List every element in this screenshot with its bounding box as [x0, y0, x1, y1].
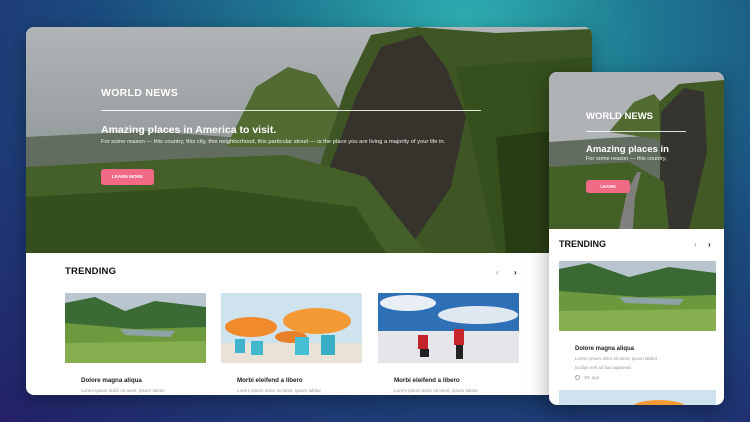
trending-card[interactable]: Dolore magna aliqua Lorem ipsum dolor si…: [65, 293, 206, 393]
hero-description: For some reason — this country, this cit…: [101, 139, 446, 145]
mobile-hero-divider: [586, 131, 686, 132]
trending-heading: TRENDING: [65, 266, 117, 277]
mobile-card-excerpt: Lorem ipsum dolor sit amet, ipsum labitu…: [575, 355, 657, 372]
card-image-valley: [65, 293, 206, 363]
mobile-hero-category-label: WORLD NEWS: [586, 111, 654, 122]
mobile-hero-headline: Amazing places in: [586, 144, 669, 155]
hero-category-label: WORLD NEWS: [101, 87, 179, 99]
card-title: Morbi eleifend a libero: [237, 377, 303, 384]
mobile-card-title: Dolore magna aliqua: [575, 346, 635, 352]
hero-headline: Amazing places in America to visit.: [101, 124, 277, 136]
card-image-umbrellas: [221, 293, 362, 363]
mobile-card-time: 3m ago: [575, 375, 600, 381]
desktop-preview: WORLD NEWS Amazing places in America to …: [26, 27, 592, 395]
mobile-hero-banner: WORLD NEWS Amazing places in For some re…: [549, 72, 724, 229]
chevron-left-icon[interactable]: ‹: [694, 240, 697, 249]
hero-banner: WORLD NEWS Amazing places in America to …: [26, 27, 592, 253]
card-excerpt: Lorem ipsum dolor sit amet, ipsum labitu…: [394, 388, 478, 393]
mobile-card-excerpt-line2: lucilius mel ad has appareat.: [575, 364, 633, 370]
learn-more-button[interactable]: LEARN MORE: [101, 169, 154, 185]
mobile-preview: WORLD NEWS Amazing places in For some re…: [549, 72, 724, 405]
trending-card[interactable]: Morbi eleifend a libero Lorem ipsum dolo…: [221, 293, 362, 393]
chevron-right-icon[interactable]: ›: [708, 240, 711, 249]
card-image-snowfield: [378, 293, 519, 363]
card-title: Dolore magna aliqua: [81, 377, 142, 384]
mobile-trending-heading: TRENDING: [559, 239, 606, 249]
clock-icon: [575, 375, 580, 381]
card-title: Morbi eleifend a libero: [394, 377, 460, 384]
chevron-right-icon[interactable]: ›: [514, 268, 517, 277]
mobile-card-time-label: 3m ago: [584, 375, 600, 380]
hero-divider: [101, 110, 481, 111]
mobile-hero-description: For some reason — this country,: [586, 156, 667, 162]
mobile-next-card-image: [559, 390, 716, 405]
mobile-learn-button[interactable]: LEARN: [586, 180, 630, 193]
chevron-left-icon[interactable]: ‹: [496, 268, 499, 277]
mobile-card-image-valley[interactable]: [559, 261, 716, 331]
card-excerpt: Lorem ipsum dolor sit amet, ipsum labitu…: [81, 388, 165, 393]
mobile-card-excerpt-line1: Lorem ipsum dolor sit amet, ipsum labitu…: [575, 356, 658, 361]
trending-card[interactable]: Morbi eleifend a libero Lorem ipsum dolo…: [378, 293, 519, 393]
card-excerpt: Lorem ipsum dolor sit amet, ipsum labitu…: [237, 388, 321, 393]
